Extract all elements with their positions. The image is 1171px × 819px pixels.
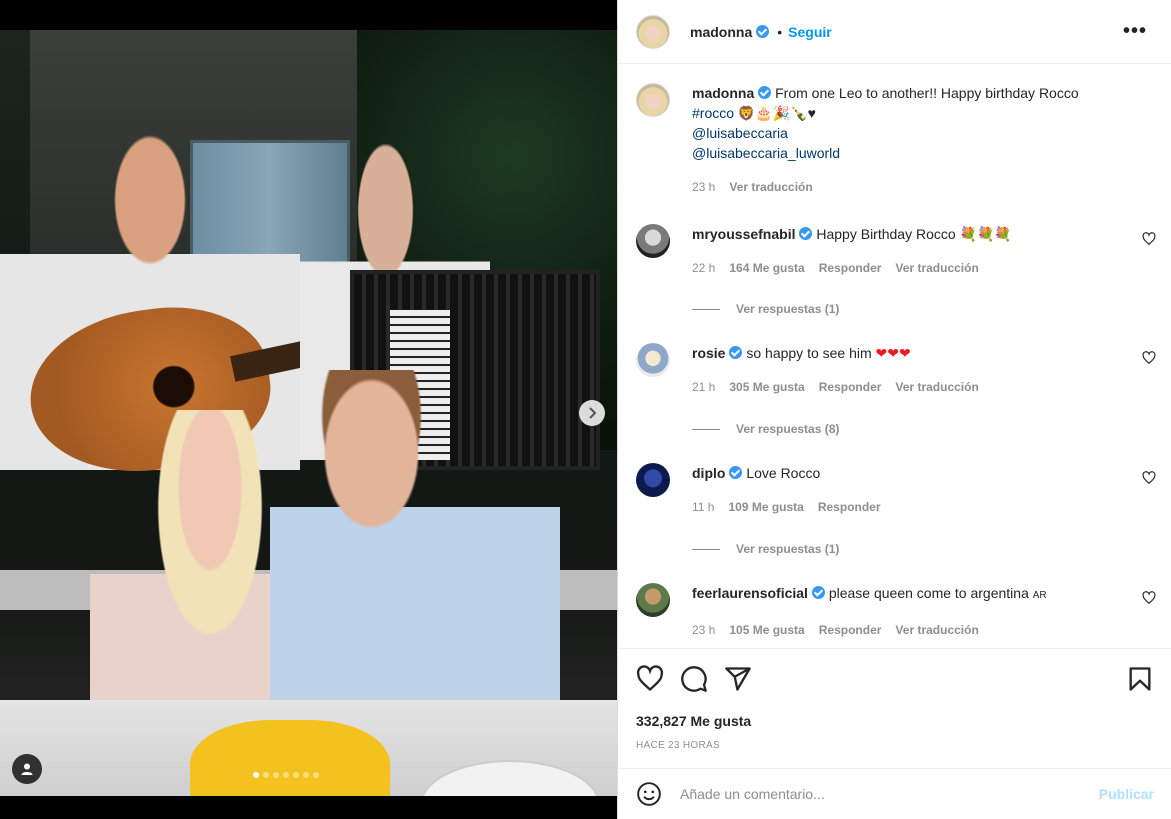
replies-line (692, 308, 720, 310)
translate-link[interactable]: Ver traducción (895, 258, 978, 278)
comment-likes[interactable]: 305 Me gusta (729, 377, 804, 397)
user-tag-icon (21, 763, 33, 775)
translate-link[interactable]: Ver traducción (729, 177, 812, 197)
view-replies-label[interactable]: Ver respuestas (1) (736, 542, 839, 556)
heart-icon[interactable] (1142, 591, 1156, 605)
heart-icon[interactable] (1142, 351, 1156, 365)
caption-username[interactable]: madonna (692, 85, 754, 101)
tagged-users-button[interactable] (12, 754, 42, 784)
caption-time: 23 h (692, 180, 716, 194)
more-options-icon[interactable]: ••• (1123, 20, 1147, 43)
comment-icon[interactable] (680, 665, 708, 693)
carousel-dot (313, 772, 319, 778)
chevron-right-icon (589, 407, 597, 419)
comment-text: Love Rocco (746, 465, 821, 481)
comment-input[interactable]: Añade un comentario... (680, 786, 1099, 802)
view-replies-label[interactable]: Ver respuestas (1) (736, 302, 839, 316)
heart-icon[interactable] (636, 665, 664, 693)
carousel-dot (253, 772, 259, 778)
comment-username[interactable]: rosie (692, 345, 725, 361)
avatar[interactable] (636, 463, 670, 497)
comment-time: 22 h (692, 261, 716, 275)
carousel-next-button[interactable] (579, 400, 605, 426)
reply-button[interactable]: Responder (818, 497, 881, 517)
mention-link[interactable]: @luisabeccaria_luworld (692, 145, 840, 161)
carousel-dot (273, 772, 279, 778)
verified-badge-icon (729, 346, 743, 359)
comment-time: 23 h (692, 623, 716, 637)
carousel-dot (303, 772, 309, 778)
bookmark-icon[interactable] (1126, 665, 1154, 693)
photo-yellow-bag (190, 720, 390, 796)
verified-badge-icon (799, 227, 813, 240)
comment-item: rosie so happy to see him ❤❤❤ 21 h 305 M… (636, 343, 1156, 397)
carousel-dot (283, 772, 289, 778)
comment-username[interactable]: feerlaurensoficial (692, 585, 808, 601)
comment-text: Happy Birthday Rocco 💐💐💐 (816, 226, 1012, 242)
post-side-panel: madonna • Seguir ••• madonna From one Le… (617, 0, 1171, 819)
avatar[interactable] (636, 224, 670, 258)
verified-badge-icon (758, 86, 772, 99)
carousel-dot (263, 772, 269, 778)
comment-username[interactable]: diplo (692, 465, 725, 481)
comment-text: please queen come to argentina (828, 585, 1029, 601)
flag-label: AR (1032, 590, 1047, 601)
view-replies[interactable]: Ver respuestas (1) (692, 542, 839, 556)
view-replies[interactable]: Ver respuestas (8) (692, 422, 839, 436)
carousel-dot (293, 772, 299, 778)
replies-line (692, 548, 720, 550)
avatar[interactable] (636, 14, 670, 49)
post-time: HACE 23 HORAS (636, 740, 720, 751)
post-media (0, 0, 617, 819)
carousel-indicator (253, 772, 319, 778)
comment-item: feerlaurensoficial please queen come to … (636, 583, 1156, 640)
comment-text: so happy to see him (746, 345, 872, 361)
photo-young-man (270, 370, 560, 750)
heart-icon[interactable] (1142, 471, 1156, 485)
comment-likes[interactable]: 164 Me gusta (729, 258, 804, 278)
verified-badge-icon (729, 466, 743, 479)
comment-item: mryoussefnabil Happy Birthday Rocco 💐💐💐 … (636, 224, 1156, 278)
separator-bullet: • (777, 23, 783, 40)
heart-icon[interactable] (1142, 232, 1156, 246)
comment-likes[interactable]: 109 Me gusta (728, 497, 803, 517)
caption-text: From one Leo to another!! Happy birthday… (775, 85, 1079, 101)
author-username[interactable]: madonna (690, 24, 752, 40)
mention-link[interactable]: @luisabeccaria (692, 125, 788, 141)
smiley-icon[interactable] (636, 781, 662, 807)
comment-time: 21 h (692, 380, 716, 394)
comment-username[interactable]: mryoussefnabil (692, 226, 795, 242)
post-actions: 332,827 Me gusta HACE 23 HORAS (618, 648, 1171, 768)
hashtag-link[interactable]: #rocco (692, 105, 734, 121)
avatar[interactable] (636, 343, 670, 377)
comment-hearts: ❤❤❤ (875, 345, 911, 361)
comment-item: diplo Love Rocco 11 h 109 Me gusta Respo… (636, 463, 1156, 517)
verified-badge-icon (756, 25, 770, 38)
add-comment-bar: Añade un comentario... Publicar (618, 768, 1171, 819)
caption: madonna From one Leo to another!! Happy … (636, 83, 1156, 197)
publish-button[interactable]: Publicar (1099, 786, 1154, 802)
reply-button[interactable]: Responder (819, 258, 882, 278)
comment-time: 11 h (692, 500, 715, 514)
post-photo[interactable] (0, 30, 617, 796)
reply-button[interactable]: Responder (819, 377, 882, 397)
avatar[interactable] (636, 83, 670, 117)
comments-list[interactable]: madonna From one Leo to another!! Happy … (618, 65, 1171, 648)
share-icon[interactable] (724, 665, 752, 693)
reply-button[interactable]: Responder (819, 620, 882, 640)
view-replies[interactable]: Ver respuestas (1) (692, 302, 839, 316)
replies-line (692, 428, 720, 430)
comment-likes[interactable]: 105 Me gusta (729, 620, 804, 640)
post-header: madonna • Seguir ••• (618, 0, 1171, 64)
avatar[interactable] (636, 583, 670, 617)
verified-badge-icon (811, 586, 825, 599)
translate-link[interactable]: Ver traducción (895, 377, 978, 397)
likes-count[interactable]: 332,827 Me gusta (636, 713, 751, 729)
view-replies-label[interactable]: Ver respuestas (8) (736, 422, 839, 436)
follow-button[interactable]: Seguir (788, 24, 832, 40)
translate-link[interactable]: Ver traducción (895, 620, 978, 640)
caption-emojis: 🦁🎂🎉🍾♥ (737, 105, 816, 121)
